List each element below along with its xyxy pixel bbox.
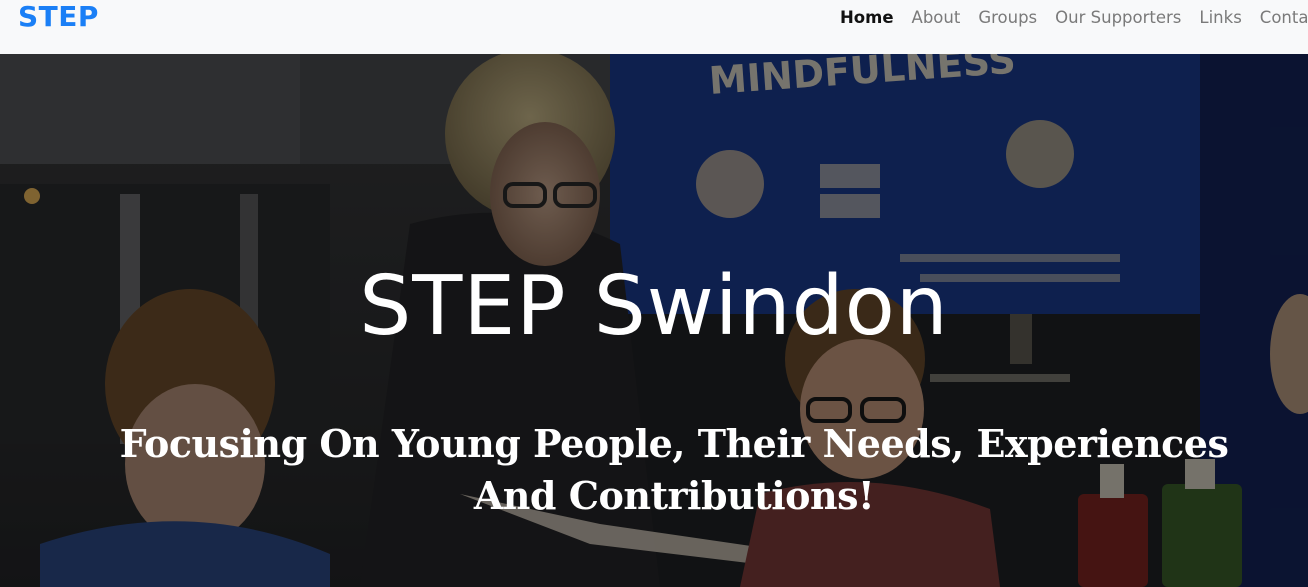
- nav-link-home[interactable]: Home: [840, 7, 894, 29]
- nav-link-groups[interactable]: Groups: [978, 7, 1037, 29]
- nav-links: Home About Groups Our Supporters Links C…: [840, 7, 1308, 29]
- nav-link-our-supporters[interactable]: Our Supporters: [1055, 7, 1181, 29]
- brand-logo-link[interactable]: STEP: [18, 0, 99, 35]
- hero-banner: MINDFULNESS STEP Swindon Focusing On You…: [0, 54, 1308, 587]
- nav-link-about[interactable]: About: [912, 7, 961, 29]
- top-navbar: STEP Home About Groups Our Supporters Li…: [0, 0, 1308, 54]
- hero-title: STEP Swindon: [359, 259, 949, 354]
- nav-link-links[interactable]: Links: [1199, 7, 1241, 29]
- nav-link-contact[interactable]: Conta: [1260, 7, 1308, 29]
- hero-subtitle: Focusing On Young People, Their Needs, E…: [119, 421, 1229, 518]
